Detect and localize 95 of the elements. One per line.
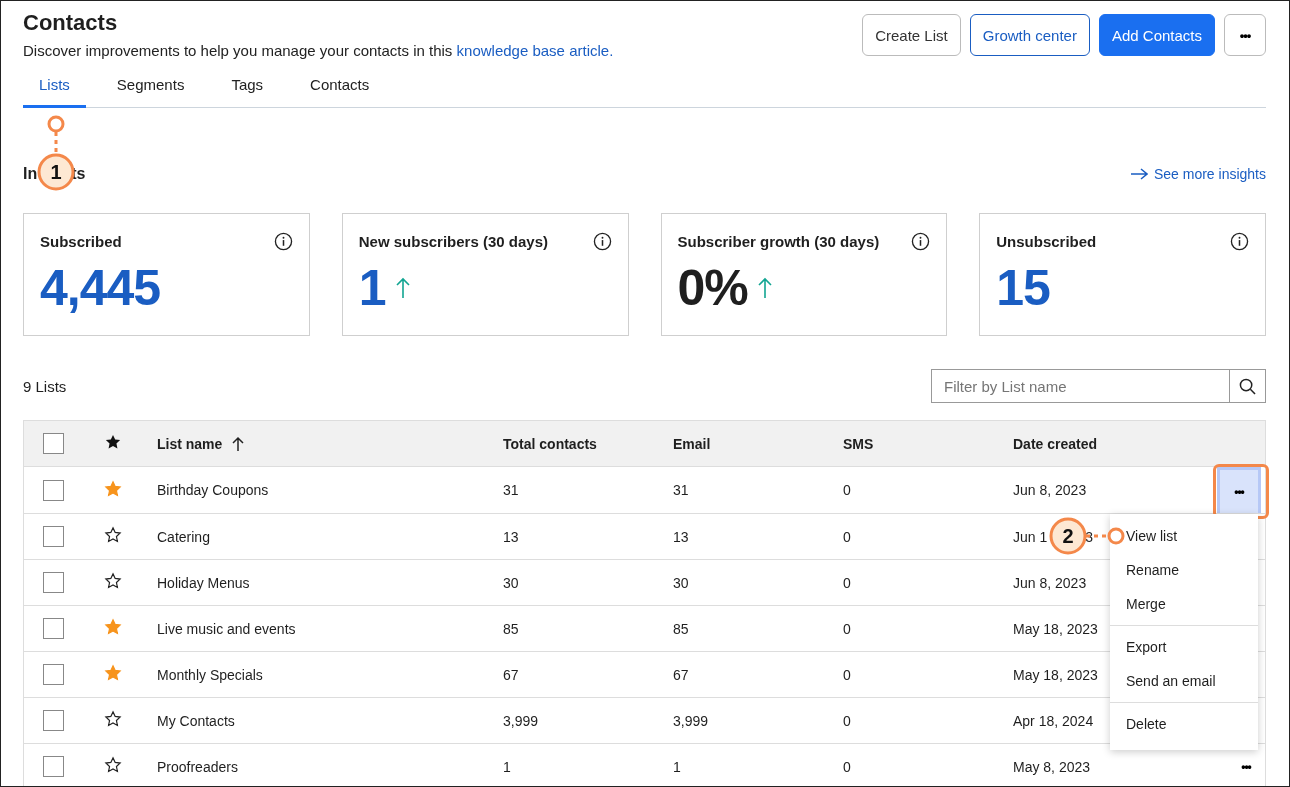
table-cell: Jun 8, 2023 — [1013, 574, 1087, 591]
stat-label: Subscribed — [40, 233, 122, 250]
stat-label: New subscribers (30 days) — [358, 233, 548, 250]
page-description: Discover improvements to help you manage your contacts in this knowledge base article. — [23, 42, 614, 59]
table-cell: 0 — [843, 666, 851, 683]
knowledge-base-link[interactable]: knowledge base article. — [456, 42, 614, 59]
column-header[interactable]: List name — [157, 435, 223, 452]
row-checkbox[interactable] — [43, 710, 64, 731]
search-button[interactable] — [1230, 369, 1266, 403]
growth-center-button[interactable]: Growth center — [969, 14, 1090, 56]
row-checkbox[interactable] — [43, 664, 64, 685]
menu-item[interactable]: Export — [1126, 638, 1167, 656]
table-cell: 0 — [843, 574, 851, 591]
more-button[interactable]: ••• — [1217, 467, 1261, 513]
stat-label: Subscriber growth (30 days) — [677, 233, 880, 250]
table-cell: 0 — [843, 758, 851, 775]
menu-item[interactable]: Send an email — [1126, 672, 1216, 690]
row-checkbox[interactable] — [43, 756, 64, 777]
row-checkbox[interactable] — [43, 479, 64, 501]
section-title: In — [23, 165, 38, 183]
table-cell: 13 — [673, 528, 689, 545]
row-checkbox[interactable] — [43, 572, 64, 593]
right-arrow-icon[interactable] — [1129, 168, 1148, 180]
list-name[interactable]: Holiday Menus — [157, 574, 250, 591]
list-name[interactable]: Proofreaders — [157, 758, 238, 775]
page-title: Contacts — [23, 10, 119, 36]
stat-value: 0% — [677, 263, 748, 313]
menu-item[interactable]: Delete — [1126, 715, 1167, 733]
list-name[interactable]: Monthly Specials — [157, 666, 263, 683]
table-cell: 30 — [673, 574, 689, 591]
table-cell: Jun 8, 2023 — [1013, 482, 1087, 498]
stat-value: 1 — [358, 263, 386, 313]
create-list-button[interactable]: Create List — [862, 14, 961, 56]
table-cell: Jun 1 — [1013, 528, 1048, 545]
tab[interactable]: Segments — [100, 76, 201, 108]
table-cell: 0 — [843, 620, 851, 637]
tab[interactable]: Tags — [215, 76, 280, 108]
table-cell: May 18, 2023 — [1013, 666, 1098, 683]
star-icon[interactable] — [104, 756, 122, 774]
list-count: 9 Lists — [23, 377, 67, 395]
info-icon[interactable] — [911, 232, 931, 251]
table-cell: 3,999 — [503, 712, 539, 729]
list-name[interactable]: My Contacts — [157, 712, 235, 729]
info-icon[interactable] — [1230, 232, 1249, 251]
info-icon[interactable] — [592, 232, 612, 251]
select-all-checkbox[interactable] — [43, 433, 64, 454]
menu-item[interactable]: View list — [1126, 527, 1178, 545]
table-cell: 30 — [503, 574, 519, 591]
row-checkbox[interactable] — [43, 618, 64, 639]
stat-value: 4,445 — [40, 263, 161, 313]
search-icon — [1239, 377, 1256, 395]
table-cell: Apr 18, 2024 — [1013, 712, 1094, 729]
table-cell: 85 — [503, 620, 519, 637]
table-cell: 67 — [503, 666, 519, 683]
table-cell: 0 — [843, 712, 851, 729]
column-header: Total contacts — [503, 435, 597, 452]
stat-label: Unsubscribed — [996, 233, 1097, 250]
column-header: SMS — [843, 435, 874, 452]
see-more-insights-link[interactable]: See more insights — [1153, 166, 1266, 182]
table-cell: 85 — [673, 620, 689, 637]
info-icon[interactable] — [273, 232, 293, 251]
table-cell: 67 — [673, 666, 689, 683]
star-icon[interactable] — [104, 618, 122, 636]
menu-item[interactable]: Merge — [1126, 595, 1166, 613]
star-icon[interactable] — [104, 526, 122, 544]
list-name[interactable]: Live music and events — [157, 620, 296, 637]
table-cell: 1 — [503, 758, 511, 775]
list-name[interactable]: Catering — [157, 528, 210, 545]
table-cell: 3,999 — [673, 712, 709, 729]
column-header: Email — [673, 435, 711, 452]
more-button[interactable]: ••• — [1224, 14, 1266, 56]
table-cell: 0 — [843, 528, 851, 545]
stat-value: 15 — [996, 263, 1050, 313]
table-cell: May 8, 2023 — [1013, 758, 1091, 775]
tab[interactable]: Lists — [23, 76, 86, 108]
menu-item[interactable]: Rename — [1126, 561, 1179, 579]
list-name[interactable]: Birthday Coupons — [157, 482, 269, 498]
star-icon — [104, 433, 122, 451]
tab[interactable]: Contacts — [294, 76, 386, 108]
table-cell: 31 — [673, 482, 689, 498]
table-cell: 31 — [503, 482, 519, 498]
table-cell: 13 — [503, 528, 519, 545]
filter-field[interactable]: Filter by List name — [931, 369, 1230, 403]
star-icon[interactable] — [104, 710, 122, 728]
star-icon[interactable] — [104, 479, 122, 498]
add-contacts-button[interactable]: Add Contacts — [1098, 14, 1215, 56]
table-cell: May 18, 2023 — [1013, 620, 1098, 637]
table-cell: 0 — [843, 482, 851, 498]
star-icon[interactable] — [104, 572, 122, 590]
more-button[interactable]: ••• — [1231, 754, 1261, 779]
column-header: Date created — [1013, 435, 1098, 452]
table-cell: 1 — [673, 758, 681, 775]
star-icon[interactable] — [104, 664, 122, 682]
sort-ascending-icon[interactable] — [232, 435, 245, 452]
row-checkbox[interactable] — [43, 526, 64, 547]
